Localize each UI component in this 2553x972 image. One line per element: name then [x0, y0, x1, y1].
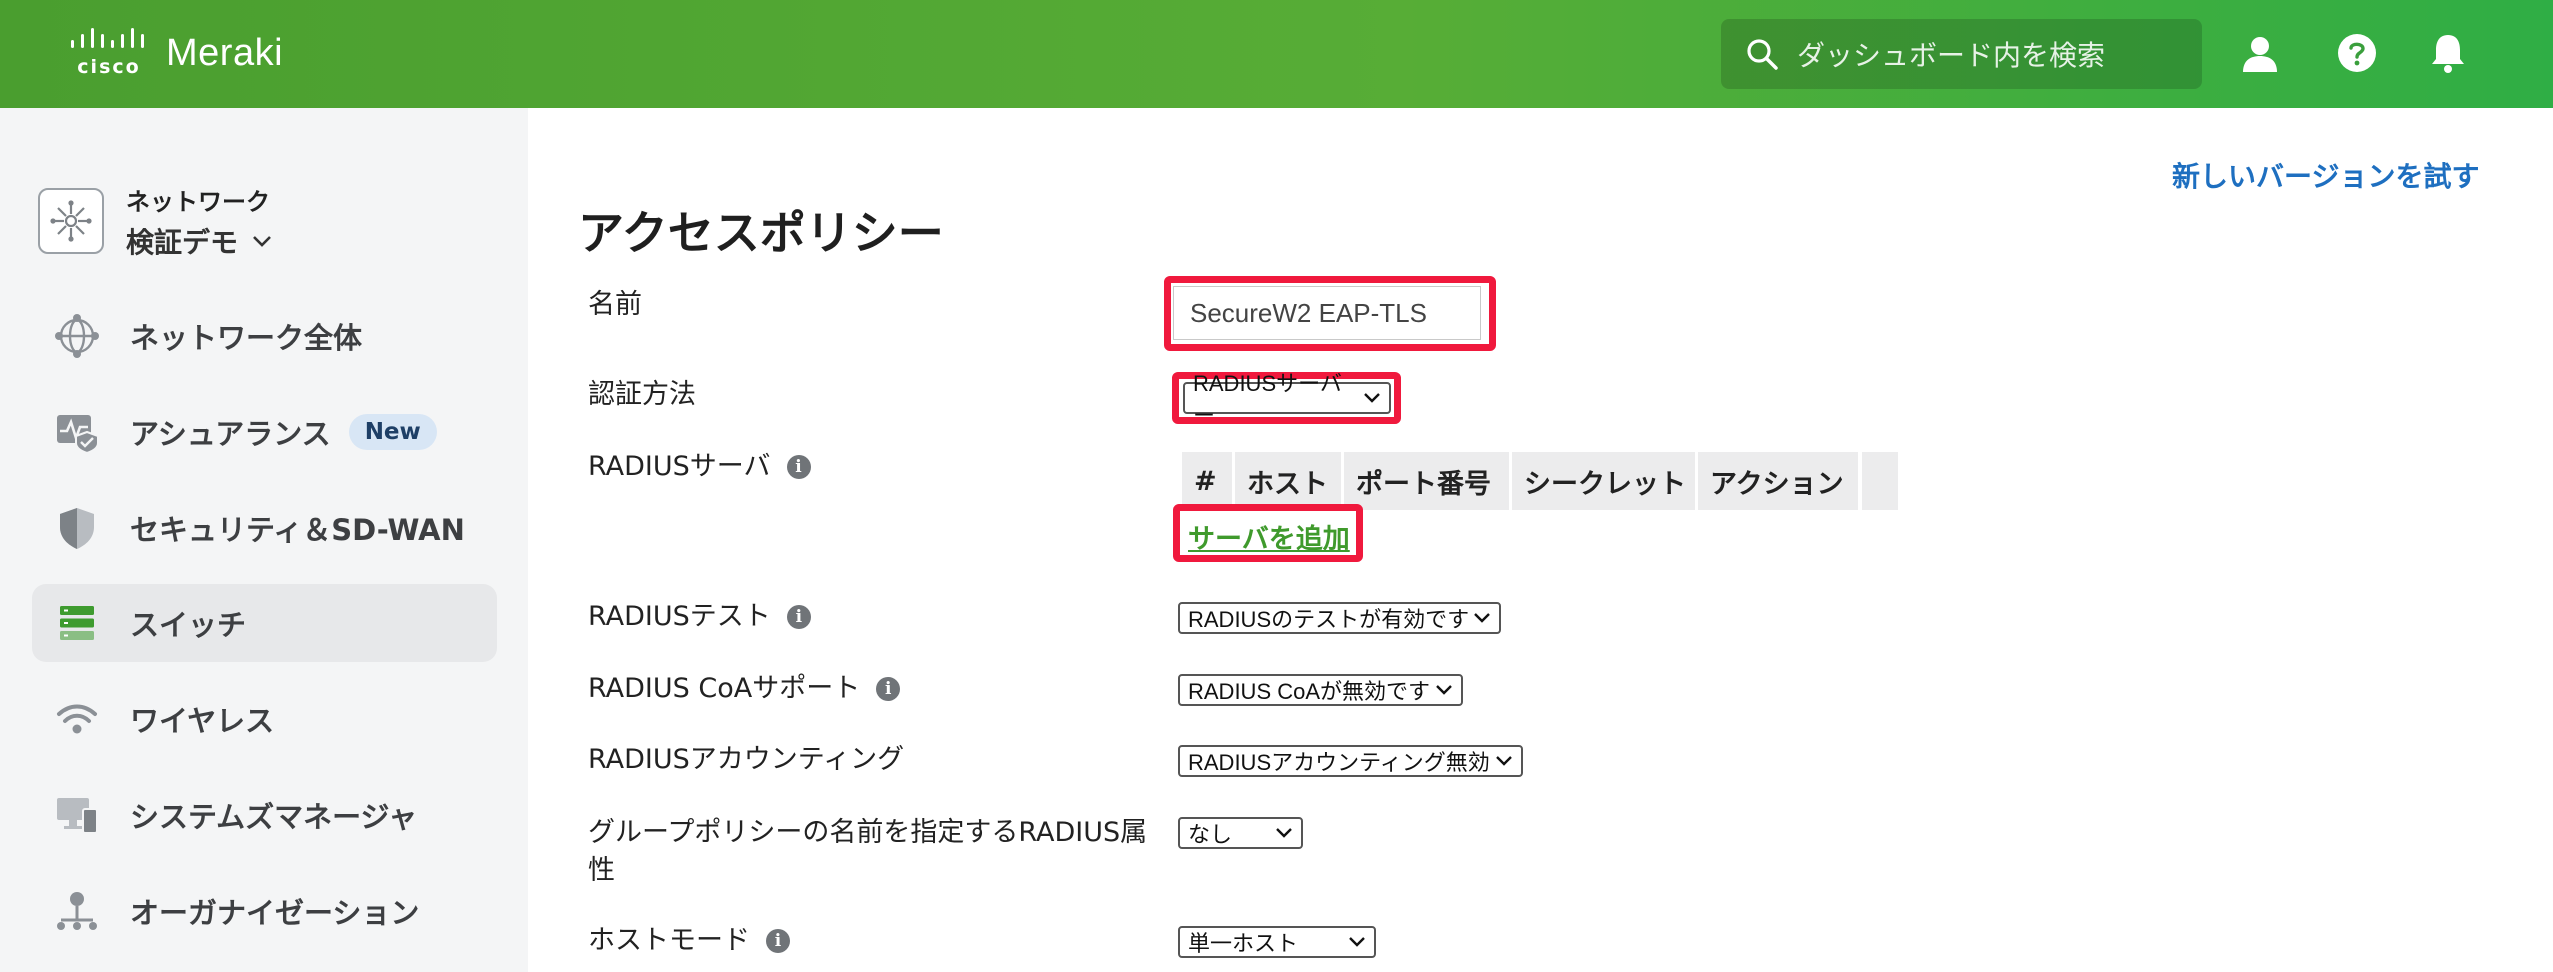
group-policy-attr-select[interactable]: なし	[1178, 817, 1303, 849]
auth-method-select[interactable]: RADIUSサーバー	[1183, 371, 1391, 428]
user-icon[interactable]	[2234, 27, 2286, 79]
radius-accounting-label-text: RADIUSアカウンティング	[588, 744, 905, 775]
network-hub-icon	[38, 188, 104, 254]
top-bar: cisco Meraki ダッシュボード内を検索	[0, 0, 2553, 108]
sidebar-item-assurance[interactable]: アシュアランス New	[32, 393, 497, 471]
radius-coa-label-text: RADIUS CoAサポート	[588, 673, 861, 704]
col-header-number-text: #	[1194, 465, 1217, 497]
organization-icon	[52, 886, 102, 936]
page-title: アクセスポリシー	[578, 206, 944, 260]
bell-icon[interactable]	[2422, 27, 2474, 79]
radius-accounting-value: RADIUSアカウンティング無効	[1188, 750, 1490, 775]
network-caption: ネットワーク	[126, 187, 270, 216]
col-header-host-text: ホスト	[1247, 468, 1328, 500]
sidebar-item-label: ワイヤレス	[130, 704, 275, 738]
host-mode-label-text: ホストモード	[588, 925, 750, 956]
col-header-port-text: ポート番号	[1356, 468, 1491, 500]
chevron-down-icon	[1364, 393, 1380, 403]
meraki-wordmark: Meraki	[166, 31, 284, 74]
chevron-down-icon	[253, 235, 271, 247]
new-badge: New	[348, 414, 437, 450]
sidebar-item-organization[interactable]: オーガナイゼーション	[32, 872, 497, 950]
cisco-wordmark: cisco	[77, 56, 141, 78]
col-header-action: アクション	[1698, 452, 1858, 510]
col-header-host: ホスト	[1235, 452, 1341, 510]
chevron-down-icon	[1276, 828, 1292, 838]
radius-coa-value: RADIUS CoAが無効です	[1188, 679, 1431, 704]
network-name: 検証デモ	[126, 221, 272, 261]
sidebar-item-security-sdwan[interactable]: セキュリティ＆SD-WAN	[32, 489, 497, 567]
help-icon[interactable]	[2331, 27, 2383, 79]
assurance-icon	[52, 407, 102, 457]
info-icon[interactable]: i	[786, 605, 811, 629]
sidebar-item-label: スイッチ	[130, 608, 247, 642]
radius-server-label-text: RADIUSサーバ	[588, 451, 771, 482]
cisco-meraki-logo[interactable]: cisco Meraki	[70, 28, 283, 78]
add-server-link[interactable]: サーバを追加	[1188, 517, 1350, 556]
radius-test-select[interactable]: RADIUSのテストが有効です	[1178, 602, 1501, 634]
auth-method-value: RADIUSサーバー	[1193, 371, 1342, 428]
sidebar-item-network-wide[interactable]: ネットワーク全体	[32, 297, 497, 375]
devices-icon	[52, 790, 102, 840]
cisco-logo: cisco	[70, 28, 148, 78]
network-globe-icon	[52, 311, 102, 361]
search-placeholder: ダッシュボード内を検索	[1797, 39, 2106, 72]
chevron-down-icon	[1496, 756, 1512, 766]
host-mode-value: 単一ホスト	[1188, 931, 1299, 956]
sidebar-item-systems-manager[interactable]: システムズマネージャ	[32, 776, 497, 854]
policy-name-value: SecureW2 EAP-TLS	[1190, 297, 1427, 328]
group-policy-attr-label-text: グループポリシーの名前を指定するRADIUS属性	[588, 817, 1148, 886]
chevron-down-icon	[1436, 685, 1452, 695]
col-header-number: #	[1182, 452, 1232, 510]
radius-test-label: RADIUSテスト i	[588, 598, 811, 636]
try-new-version-link[interactable]: 新しいバージョンを試す	[2172, 155, 2479, 195]
host-mode-label: ホストモード i	[588, 922, 790, 960]
sidebar-item-label: セキュリティ＆SD-WAN	[130, 513, 465, 547]
wifi-icon	[52, 694, 102, 744]
search-icon	[1747, 39, 1778, 70]
group-policy-attr-value: なし	[1188, 822, 1233, 847]
radius-accounting-label: RADIUSアカウンティング	[588, 741, 904, 779]
radius-coa-label: RADIUS CoAサポート i	[588, 670, 901, 708]
group-policy-attr-label: グループポリシーの名前を指定するRADIUS属性	[588, 814, 1148, 890]
auth-method-label-text: 認証方法	[588, 379, 696, 410]
sidebar-item-label: システムズマネージャ	[130, 800, 418, 834]
switch-icon	[52, 598, 102, 648]
network-name-text: 検証デモ	[126, 225, 239, 259]
info-icon[interactable]: i	[766, 929, 790, 953]
sidebar-item-label: オーガナイゼーション	[130, 896, 420, 930]
name-label-text: 名前	[588, 289, 642, 320]
cisco-bars-icon	[71, 28, 144, 48]
sidebar-item-switch[interactable]: スイッチ	[32, 584, 497, 662]
radius-test-value: RADIUSのテストが有効です	[1188, 607, 1470, 632]
radius-server-label: RADIUSサーバ i	[588, 448, 811, 486]
info-icon[interactable]: i	[876, 677, 901, 701]
name-label: 名前	[588, 286, 642, 324]
sidebar-item-label: ネットワーク全体	[130, 321, 363, 355]
radius-coa-select[interactable]: RADIUS CoAが無効です	[1178, 674, 1463, 706]
chevron-down-icon	[1349, 937, 1365, 947]
col-header-secret: シークレット	[1512, 452, 1695, 510]
radius-accounting-select[interactable]: RADIUSアカウンティング無効	[1178, 745, 1523, 777]
sidebar-item-wireless[interactable]: ワイヤレス	[32, 680, 497, 758]
sidebar-item-label: アシュアランス	[130, 417, 331, 451]
shield-icon	[52, 503, 102, 553]
search-input[interactable]: ダッシュボード内を検索	[1721, 19, 2202, 89]
col-header-port: ポート番号	[1344, 452, 1509, 510]
network-selector[interactable]: ネットワーク 検証デモ	[38, 176, 272, 266]
radius-test-label-text: RADIUSテスト	[588, 601, 771, 632]
host-mode-select[interactable]: 単一ホスト	[1178, 926, 1376, 958]
chevron-down-icon	[1474, 613, 1490, 623]
col-header-action-text: アクション	[1710, 468, 1844, 500]
policy-name-field[interactable]: SecureW2 EAP-TLS	[1173, 286, 1481, 340]
col-header-secret-text: シークレット	[1524, 468, 1686, 500]
col-header-extra	[1862, 452, 1898, 510]
info-icon[interactable]: i	[786, 455, 811, 479]
auth-method-label: 認証方法	[588, 376, 696, 414]
